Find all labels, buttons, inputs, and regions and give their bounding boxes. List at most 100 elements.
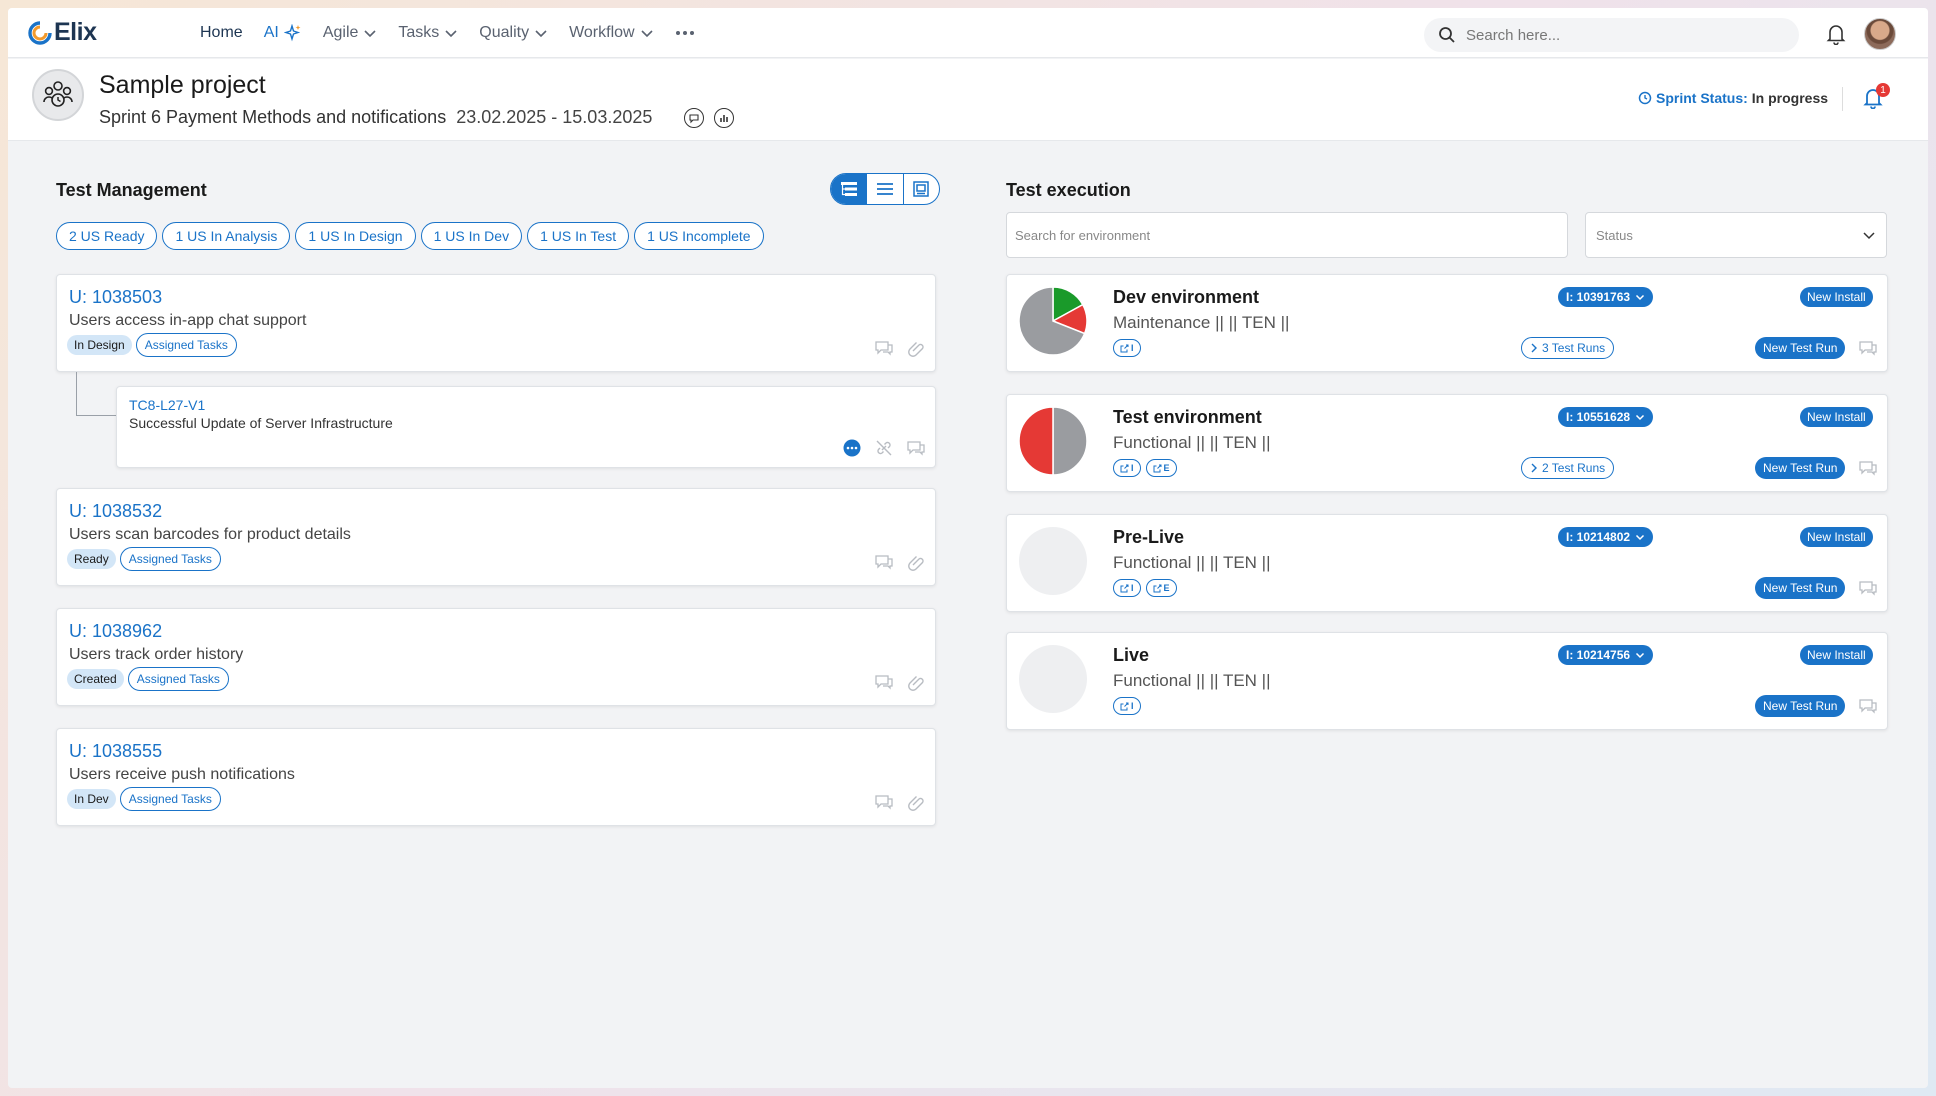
unlink-icon[interactable] (875, 439, 893, 457)
filter-chip[interactable]: 1 US In Test (527, 222, 630, 250)
filter-chip[interactable]: 1 US In Design (295, 222, 416, 250)
nav-ai[interactable]: AI (264, 24, 302, 42)
list-view-button[interactable] (867, 174, 904, 204)
comment-icon[interactable] (1859, 340, 1877, 356)
environment-name[interactable]: Pre-Live (1113, 527, 1184, 548)
user-story-id[interactable]: U: 1038962 (69, 621, 162, 642)
external-link-icon (1120, 344, 1129, 352)
environment-badges: IE (1113, 579, 1177, 597)
attachment-icon[interactable] (907, 793, 925, 811)
attachment-icon[interactable] (907, 553, 925, 571)
environment-card[interactable]: Dev environment Maintenance || || TEN || I… (1006, 274, 1888, 372)
user-story-id[interactable]: U: 1038503 (69, 287, 162, 308)
new-install-button[interactable]: New Install (1800, 527, 1873, 547)
filter-chip[interactable]: 1 US In Dev (420, 222, 523, 250)
board-view-button[interactable] (904, 174, 939, 204)
global-search[interactable] (1424, 18, 1799, 52)
project-title: Sample project (99, 71, 266, 99)
user-story-id[interactable]: U: 1038532 (69, 501, 162, 522)
comment-icon[interactable] (875, 794, 893, 810)
installation-dropdown[interactable]: I: 10214802 (1558, 527, 1654, 547)
integration-badge-label: E (1163, 583, 1170, 593)
filter-chip[interactable]: 1 US Incomplete (634, 222, 764, 250)
user-story-card[interactable]: U: 1038555 Users receive push notificati… (56, 728, 936, 826)
test-runs-button[interactable]: 3 Test Runs (1521, 337, 1615, 359)
comment-icon[interactable] (875, 674, 893, 690)
chevron-down-icon (1636, 414, 1645, 421)
nav-agile[interactable]: Agile (323, 24, 378, 42)
environment-badges: I (1113, 697, 1141, 715)
environment-card[interactable]: Test environment Functional || || TEN || I… (1006, 394, 1888, 492)
attachment-icon[interactable] (907, 339, 925, 357)
integration-badge[interactable]: I (1113, 459, 1141, 477)
integration-badge-label: I (1131, 701, 1134, 711)
test-case-id[interactable]: TC8-L27-V1 (129, 397, 205, 413)
environment-name[interactable]: Live (1113, 645, 1149, 666)
header-divider (1842, 87, 1843, 111)
comment-icon[interactable] (907, 440, 925, 456)
test-runs-button[interactable]: 2 Test Runs (1521, 457, 1615, 479)
integration-badge[interactable]: E (1145, 459, 1177, 477)
user-story-card[interactable]: U: 1038532 Users scan barcodes for produ… (56, 488, 936, 586)
bar-chart-icon[interactable] (714, 107, 735, 128)
environment-name[interactable]: Dev environment (1113, 287, 1259, 308)
nav-home[interactable]: Home (200, 24, 243, 42)
filter-chip[interactable]: 1 US In Analysis (162, 222, 291, 250)
tree-view-button[interactable] (831, 174, 868, 204)
assigned-tasks-button[interactable]: Assigned Tasks (135, 333, 237, 357)
integration-badge-label: I (1131, 343, 1134, 353)
new-test-run-button[interactable]: New Test Run (1755, 577, 1846, 599)
comment-icon[interactable] (875, 554, 893, 570)
nav-quality[interactable]: Quality (479, 24, 548, 42)
test-runs-label: 3 Test Runs (1542, 341, 1606, 355)
chevron-down-icon (1636, 652, 1645, 659)
nav-workflow[interactable]: Workflow (569, 24, 654, 42)
nav-more[interactable] (675, 30, 695, 36)
new-test-run-button[interactable]: New Test Run (1755, 337, 1846, 359)
bell-icon[interactable] (1826, 23, 1846, 45)
filter-chip[interactable]: 2 US Ready (56, 222, 158, 250)
new-install-button[interactable]: New Install (1800, 287, 1873, 307)
app-name: Elix (54, 18, 97, 46)
new-install-button[interactable]: New Install (1800, 645, 1873, 665)
environment-name[interactable]: Test environment (1113, 407, 1262, 428)
chevron-down-icon (445, 30, 457, 38)
integration-badge[interactable]: I (1113, 579, 1141, 597)
integration-badge[interactable]: I (1113, 339, 1141, 357)
integration-badge[interactable]: I (1113, 697, 1141, 715)
environment-card[interactable]: Pre-Live Functional || || TEN || I E I: 1021… (1006, 514, 1888, 612)
test-case-card[interactable]: TC8-L27-V1 Successful Update of Server I… (116, 386, 936, 468)
new-test-run-button[interactable]: New Test Run (1755, 457, 1846, 479)
status-badge: In Dev (67, 789, 116, 809)
user-story-id[interactable]: U: 1038555 (69, 741, 162, 762)
new-install-button[interactable]: New Install (1800, 407, 1873, 427)
status-dropdown[interactable]: Status (1585, 212, 1887, 258)
user-story-card[interactable]: U: 1038503 Users access in-app chat supp… (56, 274, 936, 372)
integration-badge[interactable]: E (1145, 579, 1177, 597)
comment-icon[interactable] (875, 340, 893, 356)
comment-icon[interactable] (1859, 460, 1877, 476)
chat-bubble-icon[interactable] (684, 107, 705, 128)
chevron-down-icon (1863, 232, 1875, 240)
app-logo[interactable]: Elix (28, 18, 97, 47)
attachment-icon[interactable] (907, 673, 925, 691)
environment-pie-chart (1019, 407, 1087, 475)
environment-details: Functional || || TEN || (1113, 433, 1271, 452)
environment-card[interactable]: Live Functional || || TEN || I I: 10214756 N… (1006, 632, 1888, 730)
user-avatar[interactable] (1864, 18, 1896, 50)
global-search-input[interactable] (1466, 26, 1766, 44)
user-story-card[interactable]: U: 1038962 Users track order history Cre… (56, 608, 936, 706)
nav-tasks[interactable]: Tasks (398, 24, 458, 42)
assigned-tasks-button[interactable]: Assigned Tasks (119, 547, 221, 571)
installation-dropdown[interactable]: I: 10391763 (1558, 287, 1654, 307)
more-options-icon[interactable] (843, 439, 861, 457)
comment-icon[interactable] (1859, 698, 1877, 714)
sprint-name: Sprint 6 Payment Methods and notificatio… (99, 107, 447, 127)
new-test-run-button[interactable]: New Test Run (1755, 695, 1846, 717)
comment-icon[interactable] (1859, 580, 1877, 596)
environment-search-input[interactable] (1006, 212, 1568, 258)
installation-dropdown[interactable]: I: 10551628 (1558, 407, 1654, 427)
assigned-tasks-button[interactable]: Assigned Tasks (127, 667, 229, 691)
assigned-tasks-button[interactable]: Assigned Tasks (119, 787, 221, 811)
installation-dropdown[interactable]: I: 10214756 (1558, 645, 1654, 665)
